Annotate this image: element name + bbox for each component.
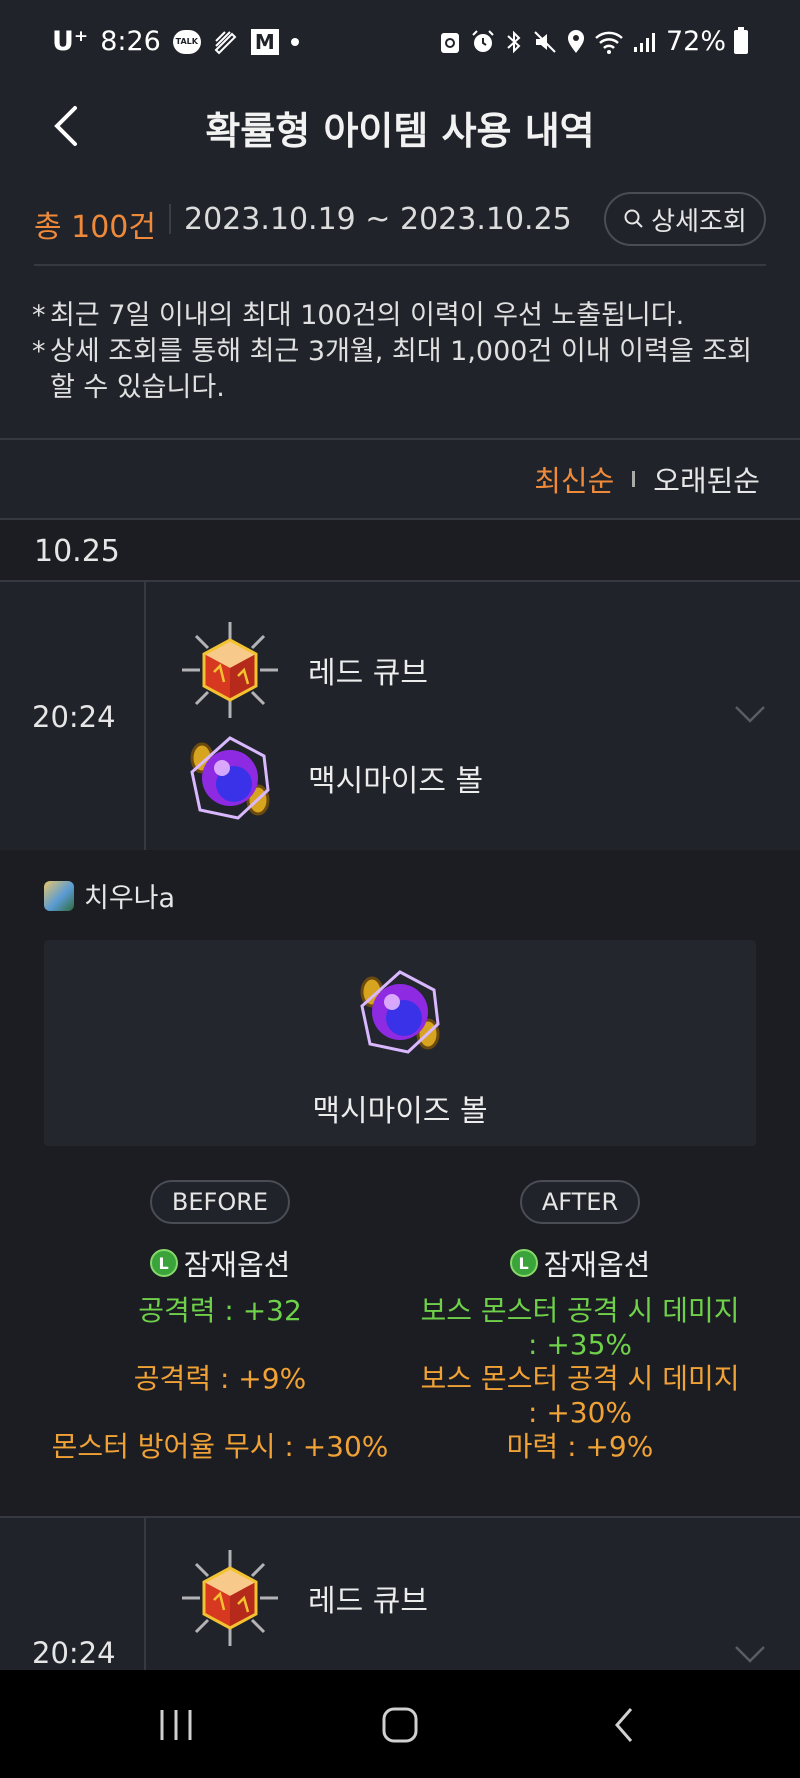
chevron-down-icon[interactable]: [734, 1644, 766, 1664]
clock: 8:26: [100, 26, 161, 57]
record-time: 20:24: [32, 700, 116, 734]
sort-oldest-button[interactable]: 오래된순: [653, 458, 760, 500]
home-button[interactable]: [370, 1700, 430, 1750]
edit-notification-icon: [213, 29, 239, 55]
bluetooth-icon: [504, 29, 524, 55]
recent-apps-icon: [160, 1710, 192, 1740]
character-info: 치우나a: [44, 876, 175, 915]
record-time: 20:24: [32, 1636, 116, 1670]
divider: [34, 264, 766, 266]
maximize-ball-icon: [360, 970, 440, 1054]
red-cube-icon: [182, 1550, 278, 1646]
before-column: BEFORE L 잠재옵션 공격력 : +32 공격력 : +9% 몬스터 방어…: [40, 1180, 400, 1464]
item-name: 맥시마이즈 볼: [312, 1094, 488, 1129]
detail-search-button[interactable]: 상세조회: [604, 192, 766, 246]
divider: [0, 438, 800, 440]
signal-icon: [632, 30, 658, 54]
notice-list: * 최근 7일 이내의 최대 100건의 이력이 우선 노출됩니다. * 상세 …: [32, 298, 772, 406]
option-line: 보스 몬스터 공격 시 데미지 : +30%: [420, 1362, 740, 1429]
divider: [144, 1518, 146, 1670]
more-notifications-dot: [290, 37, 299, 46]
sort-toggle: 최신순 오래된순: [534, 458, 760, 500]
option-line: 공격력 : +9%: [133, 1362, 307, 1395]
option-line: 몬스터 방어율 무시 : +30%: [51, 1430, 389, 1463]
item-row: 레드 큐브: [180, 620, 428, 720]
target-item-name: 맥시마이즈 볼: [308, 764, 484, 799]
location-icon: [566, 29, 586, 55]
legendary-grade-icon: L: [509, 1249, 538, 1277]
potential-label: 잠재옵션: [543, 1248, 651, 1282]
chevron-down-icon[interactable]: [734, 704, 766, 724]
divider: [144, 582, 146, 850]
carrier-label: U⁺: [52, 26, 89, 57]
item-card: 맥시마이즈 볼: [44, 940, 756, 1146]
summary-bar: 총 100건 2023.10.19 ~ 2023.10.25 상세조회: [34, 188, 766, 252]
record-row[interactable]: 20:24 레드 큐브: [0, 1518, 800, 1670]
mute-icon: [532, 29, 558, 55]
notice-item: * 최근 7일 이내의 최대 100건의 이력이 우선 노출됩니다.: [32, 300, 685, 331]
date-group-label: 10.25: [34, 534, 120, 569]
total-count: 총 100건: [34, 210, 156, 245]
kakaotalk-icon: TALK: [172, 29, 201, 54]
home-icon: [382, 1707, 418, 1743]
item-row: 맥시마이즈 볼: [180, 728, 483, 828]
after-column: AFTER L 잠재옵션 보스 몬스터 공격 시 데미지 : +35% 보스 몬…: [400, 1180, 760, 1464]
notice-item: * 상세 조회를 통해 최근 3개월, 최대 1,000건 이내 이력을 조회 …: [32, 336, 752, 403]
option-line: 공격력 : +32: [138, 1294, 302, 1327]
back-icon: [615, 1708, 633, 1742]
detail-search-label: 상세조회: [651, 206, 747, 237]
alarm-icon: [470, 29, 496, 55]
battery-icon: [734, 26, 748, 54]
divider: [632, 471, 636, 487]
recent-apps-button[interactable]: [146, 1700, 206, 1750]
record-row[interactable]: 20:24 레드 큐브 맥시마이즈 볼: [0, 582, 800, 850]
recycle-icon: [438, 29, 462, 55]
app-header: 확률형 아이템 사용 내역: [0, 80, 800, 180]
wifi-icon: [594, 29, 624, 55]
cube-name: 레드 큐브: [308, 656, 428, 691]
status-bar: U⁺ 8:26 TALK M 72%: [0, 0, 800, 90]
red-cube-icon: [182, 622, 278, 718]
gmail-icon: M: [250, 28, 279, 55]
system-navigation-bar: [0, 1670, 800, 1778]
maximize-ball-icon: [190, 736, 270, 820]
before-badge: BEFORE: [149, 1180, 291, 1224]
record-detail-panel: 치우나a 맥시마이즈 볼 BEFORE L 잠재옵션 공격력 : +32 공격력…: [0, 850, 800, 1516]
page-title: 확률형 아이템 사용 내역: [205, 109, 595, 153]
item-row: 레드 큐브: [180, 1548, 428, 1648]
option-line: 마력 : +9%: [506, 1430, 654, 1463]
divider: [169, 204, 171, 234]
potential-label: 잠재옵션: [183, 1248, 291, 1282]
option-line: 보스 몬스터 공격 시 데미지 : +35%: [420, 1294, 740, 1361]
date-group-header: 10.25: [0, 518, 800, 582]
potential-header: L 잠재옵션: [400, 1242, 760, 1284]
after-badge: AFTER: [519, 1180, 641, 1224]
character-avatar-icon: [44, 880, 74, 911]
date-range: 2023.10.19 ~ 2023.10.25: [184, 202, 572, 237]
legendary-grade-icon: L: [149, 1249, 178, 1277]
character-name: 치우나a: [84, 883, 176, 914]
battery-percent: 72%: [665, 26, 726, 57]
system-back-button[interactable]: [594, 1700, 654, 1750]
cube-name: 레드 큐브: [308, 1584, 428, 1619]
search-icon: [624, 209, 643, 228]
sort-newest-button[interactable]: 최신순: [534, 458, 614, 500]
potential-header: L 잠재옵션: [40, 1242, 400, 1284]
